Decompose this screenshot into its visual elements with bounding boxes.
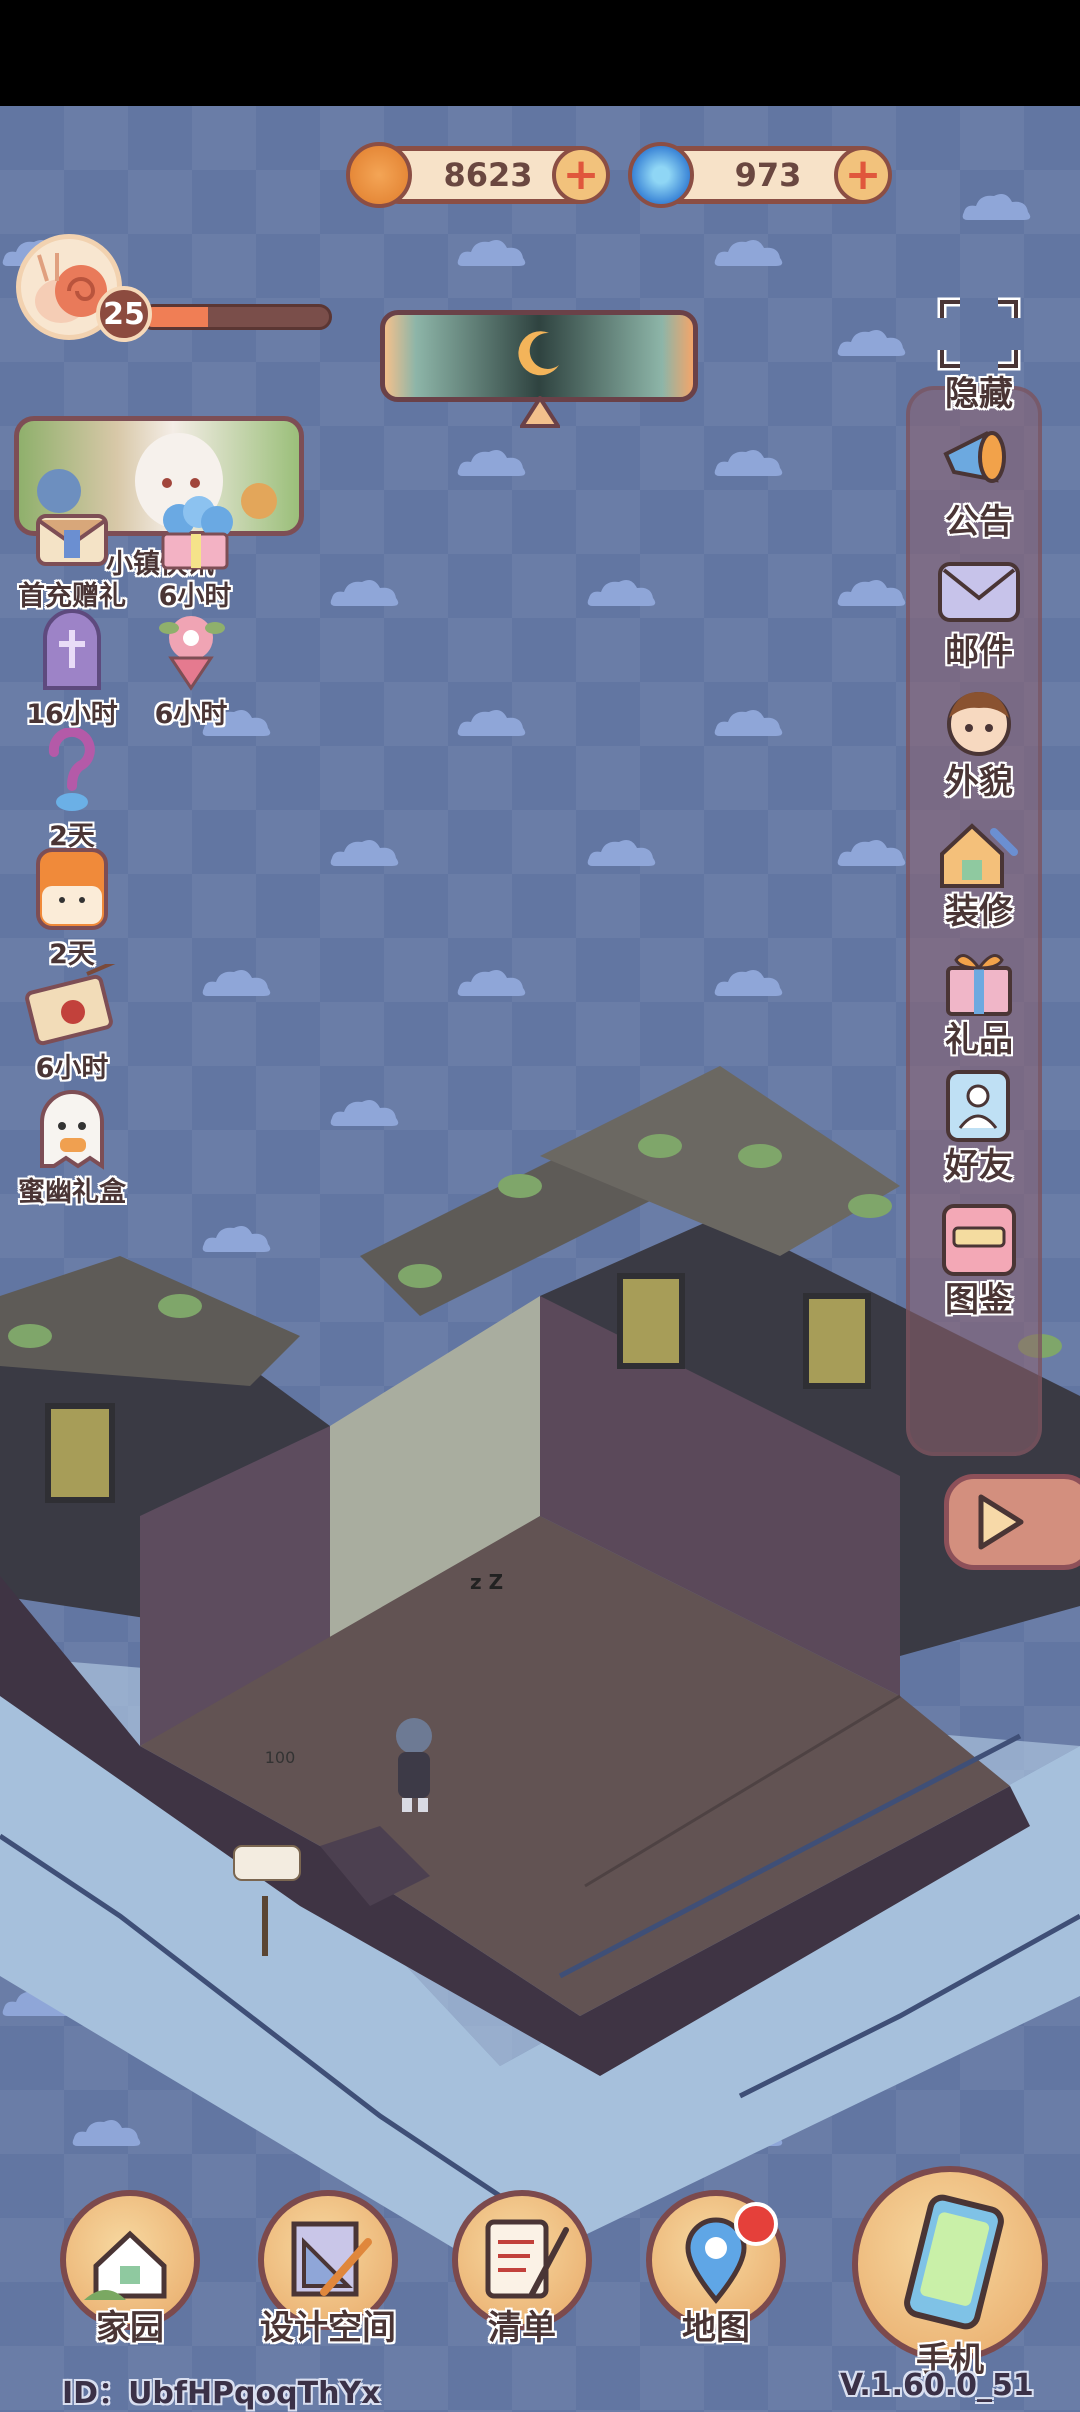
- menu-label: 图鉴: [945, 1280, 1013, 1320]
- event-mystery[interactable]: 2天: [24, 728, 120, 853]
- menu-label: 好友: [945, 1146, 1013, 1186]
- coin-amount: 8623: [443, 156, 533, 194]
- phone-icon: [904, 2194, 1004, 2330]
- decorate-button[interactable]: 装修: [920, 814, 1038, 933]
- nav-list-button[interactable]: 清单: [444, 2190, 600, 2349]
- add-coin-button[interactable]: +: [552, 146, 610, 204]
- orange-juice-box-icon: [36, 848, 108, 930]
- menu-label: 隐藏: [945, 374, 1013, 414]
- catalog-button[interactable]: 图鉴: [920, 1202, 1038, 1321]
- menu-label: 礼品: [945, 1020, 1013, 1060]
- nav-label: 家园: [96, 2308, 164, 2348]
- moon-icon: [518, 331, 559, 376]
- coin-icon: [346, 142, 412, 208]
- nav-label: 设计空间: [260, 2308, 396, 2348]
- envelope-icon: [938, 562, 1020, 622]
- question-mark-icon: [48, 728, 95, 811]
- xp-progress-bar: [140, 304, 332, 330]
- menu-label: 装修: [945, 892, 1013, 932]
- event-label: 6小时: [35, 1053, 109, 1084]
- menu-label: 邮件: [945, 632, 1013, 672]
- hide-ui-button[interactable]: 隐藏: [920, 296, 1038, 415]
- menu-label: 公告: [945, 502, 1013, 542]
- purple-tombstone-icon: [43, 609, 101, 690]
- mail-button[interactable]: 邮件: [920, 554, 1038, 673]
- event-ghost-box[interactable]: 蜜幽礼盒: [6, 1086, 138, 1209]
- ghost-candy-icon: [40, 1090, 104, 1170]
- friends-button[interactable]: 好友: [920, 1068, 1038, 1187]
- xp-progress-fill: [143, 307, 209, 327]
- flower-gift-box-icon: [161, 496, 233, 570]
- nav-phone-button[interactable]: 手机: [850, 2166, 1050, 2381]
- nav-label: 清单: [488, 2308, 556, 2348]
- level-badge: 25: [96, 286, 152, 342]
- map-notification-dot: [734, 2202, 778, 2246]
- event-first-recharge[interactable]: 首充赠礼: [10, 502, 134, 613]
- gem-amount: 973: [734, 156, 802, 194]
- wax-sealed-letter-icon: [25, 964, 116, 1046]
- friend-card-icon: [946, 1070, 1010, 1142]
- appearance-button[interactable]: 外貌: [920, 684, 1038, 803]
- game-scene: 100 z Z 25 8623 + 973 + 小镇快讯 首充赠礼 6小时 16…: [0, 106, 1080, 2412]
- nav-design-button[interactable]: 设计空间: [240, 2190, 416, 2349]
- event-letter[interactable]: 6小时: [10, 964, 134, 1085]
- envelope-gift-icon: [36, 514, 108, 566]
- event-label: 6小时: [154, 699, 228, 730]
- time-pointer-icon: [520, 396, 560, 428]
- event-tombstone[interactable]: 16小时: [14, 608, 130, 731]
- gift-box-icon: [946, 954, 1012, 1016]
- nav-home-button[interactable]: 家园: [52, 2190, 208, 2349]
- signpost-value: 100: [264, 1748, 296, 1767]
- announcement-button[interactable]: 公告: [920, 424, 1038, 543]
- player-id-text: ID：UbfHPqoqThYx: [62, 2376, 381, 2411]
- flower-bundle-icon: [159, 616, 225, 691]
- catalog-book-icon: [942, 1204, 1016, 1276]
- event-label: 蜜幽礼盒: [18, 1177, 126, 1208]
- sleep-indicator: z Z: [470, 1570, 504, 1594]
- add-gem-button[interactable]: +: [834, 146, 892, 204]
- event-flower-gift[interactable]: 6小时: [140, 496, 250, 613]
- avatar-face-icon: [947, 692, 1011, 756]
- nav-label: 地图: [682, 2308, 750, 2348]
- event-flower-bundle[interactable]: 6小时: [136, 608, 246, 731]
- event-juice[interactable]: 2天: [22, 846, 122, 971]
- hide-frame-icon: [937, 297, 1021, 371]
- gift-button[interactable]: 礼品: [920, 942, 1038, 1061]
- megaphone-icon: [943, 431, 1006, 483]
- house-wrench-icon: [940, 823, 1018, 888]
- event-label: 16小时: [26, 699, 118, 730]
- menu-label: 外貌: [945, 762, 1013, 802]
- version-text: V.1.60.0_51: [840, 2368, 1034, 2403]
- play-arrow-icon: [978, 1494, 1024, 1550]
- day-night-indicator[interactable]: [380, 310, 698, 402]
- spiral-gem-icon: [628, 142, 694, 208]
- expand-menu-button[interactable]: [944, 1474, 1080, 1570]
